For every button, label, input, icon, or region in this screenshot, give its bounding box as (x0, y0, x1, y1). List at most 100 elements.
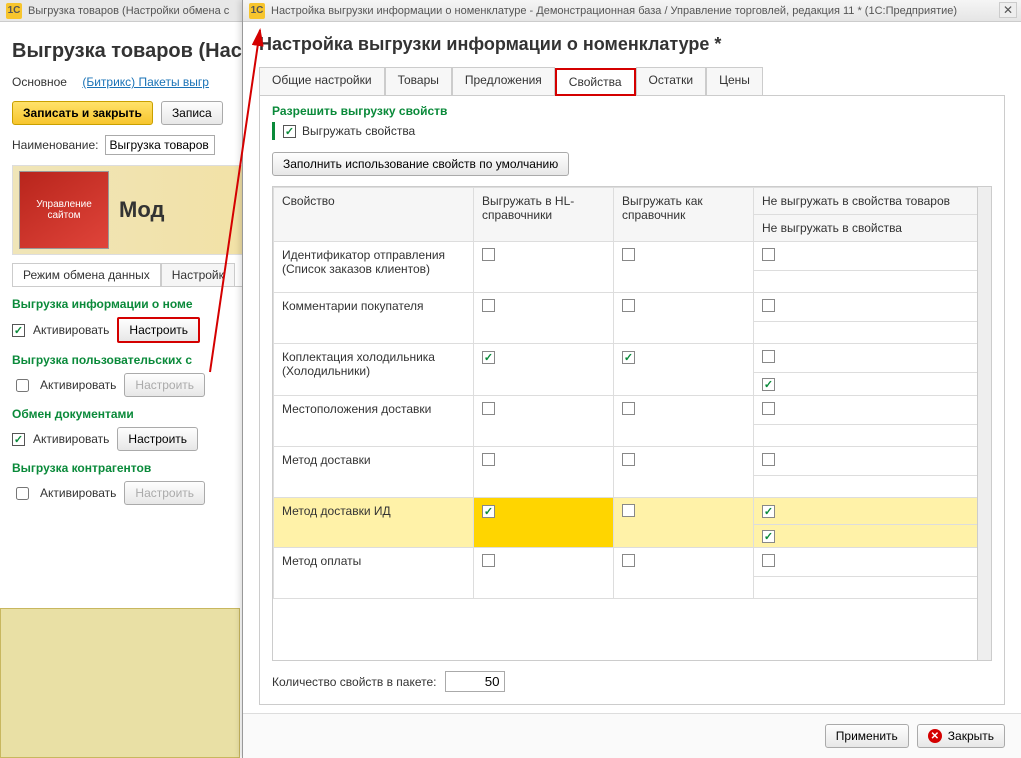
tab-mode[interactable]: Режим обмена данных (12, 263, 161, 286)
count-label: Количество свойств в пакете: (272, 675, 437, 689)
col-ref[interactable]: Выгружать как справочник (614, 188, 754, 242)
cell-ref[interactable] (614, 242, 754, 293)
cell-no2[interactable]: ✓ (754, 373, 991, 396)
cell-checkbox[interactable] (482, 402, 495, 415)
activate-2-checkbox[interactable] (16, 379, 29, 392)
cell-hl[interactable]: ✓ (474, 498, 614, 548)
cell-checkbox[interactable]: ✓ (622, 351, 635, 364)
app-icon: 1C (6, 3, 22, 19)
cell-checkbox[interactable] (762, 554, 775, 567)
table-row[interactable]: Метод оплаты (274, 548, 991, 577)
allow-export-checkbox[interactable]: ✓ (283, 125, 296, 138)
allow-export-label: Выгружать свойства (302, 124, 415, 138)
cell-checkbox[interactable] (762, 453, 775, 466)
cell-checkbox[interactable]: ✓ (762, 530, 775, 543)
cell-hl[interactable] (474, 548, 614, 599)
cell-no2[interactable] (754, 476, 991, 498)
apply-button[interactable]: Применить (825, 724, 909, 748)
cell-checkbox[interactable] (622, 299, 635, 312)
bottom-yellow-panel (0, 608, 240, 758)
tab-settings[interactable]: Настройк (161, 263, 235, 286)
modal-titlebar: 1C Настройка выгрузки информации о номен… (243, 0, 1021, 22)
tab-properties[interactable]: Свойства (555, 68, 636, 96)
tab-prices[interactable]: Цены (706, 67, 763, 95)
cell-no1[interactable]: ✓ (754, 498, 991, 525)
cell-checkbox[interactable] (762, 248, 775, 261)
cell-hl[interactable] (474, 293, 614, 344)
cell-ref[interactable] (614, 396, 754, 447)
col-no-export-products[interactable]: Не выгружать в свойства товаров (754, 188, 991, 215)
cell-checkbox[interactable] (762, 402, 775, 415)
count-input[interactable] (445, 671, 505, 692)
fill-defaults-button[interactable]: Заполнить использование свойств по умолч… (272, 152, 569, 176)
col-property[interactable]: Свойство (274, 188, 474, 242)
configure-1-button[interactable]: Настроить (117, 317, 200, 343)
cell-checkbox[interactable] (622, 402, 635, 415)
cell-no2[interactable] (754, 271, 991, 293)
activate-3-checkbox[interactable]: ✓ (12, 433, 25, 446)
cell-ref[interactable] (614, 498, 754, 548)
cell-checkbox[interactable] (762, 350, 775, 363)
cell-checkbox[interactable] (622, 248, 635, 261)
cell-hl[interactable]: ✓ (474, 344, 614, 396)
cell-ref[interactable]: ✓ (614, 344, 754, 396)
cell-checkbox[interactable] (622, 453, 635, 466)
properties-table: Свойство Выгружать в HL-справочники Выгр… (273, 187, 991, 599)
cell-checkbox[interactable] (482, 554, 495, 567)
box-image: Управление сайтом (19, 171, 109, 249)
cell-hl[interactable] (474, 242, 614, 293)
table-row[interactable]: Комментарии покупателя (274, 293, 991, 322)
cell-no2[interactable] (754, 425, 991, 447)
cell-checkbox[interactable]: ✓ (482, 351, 495, 364)
cell-checkbox[interactable] (482, 248, 495, 261)
cell-hl[interactable] (474, 396, 614, 447)
nav-packets-link[interactable]: (Битрикс) Пакеты выгр (82, 75, 209, 89)
cell-hl[interactable] (474, 447, 614, 498)
cell-no1[interactable] (754, 344, 991, 373)
table-row[interactable]: Метод доставки (274, 447, 991, 476)
cell-no1[interactable] (754, 548, 991, 577)
cell-ref[interactable] (614, 447, 754, 498)
nav-main[interactable]: Основное (12, 75, 67, 89)
name-input[interactable] (105, 135, 215, 155)
tab-offers[interactable]: Предложения (452, 67, 555, 95)
table-row[interactable]: Коплектация холодильника (Холодильники)✓… (274, 344, 991, 373)
cell-no2[interactable]: ✓ (754, 525, 991, 548)
activate-1-label: Активировать (33, 323, 109, 337)
configure-3-button[interactable]: Настроить (117, 427, 198, 451)
configure-4-button[interactable]: Настроить (124, 481, 205, 505)
tab-stock[interactable]: Остатки (636, 67, 707, 95)
cell-checkbox[interactable] (622, 554, 635, 567)
save-close-button[interactable]: Записать и закрыть (12, 101, 153, 125)
cell-no2[interactable] (754, 577, 991, 599)
cell-no1[interactable] (754, 242, 991, 271)
table-row[interactable]: Местоположения доставки (274, 396, 991, 425)
col-no-export[interactable]: Не выгружать в свойства (754, 215, 991, 242)
cell-no1[interactable] (754, 396, 991, 425)
cell-checkbox[interactable] (482, 453, 495, 466)
save-button[interactable]: Записа (161, 101, 223, 125)
activate-1-checkbox[interactable]: ✓ (12, 324, 25, 337)
cell-checkbox[interactable] (622, 504, 635, 517)
activate-4-checkbox[interactable] (16, 487, 29, 500)
tab-general[interactable]: Общие настройки (259, 67, 385, 95)
cell-ref[interactable] (614, 548, 754, 599)
cell-property: Идентификатор отправления (Список заказо… (274, 242, 474, 293)
cell-no1[interactable] (754, 447, 991, 476)
col-hl[interactable]: Выгружать в HL-справочники (474, 188, 614, 242)
close-button[interactable]: ✕ Закрыть (917, 724, 1005, 748)
cell-ref[interactable] (614, 293, 754, 344)
table-scrollbar[interactable] (977, 187, 991, 660)
cell-checkbox[interactable]: ✓ (762, 378, 775, 391)
cell-checkbox[interactable] (482, 299, 495, 312)
cell-checkbox[interactable]: ✓ (762, 505, 775, 518)
cell-no1[interactable] (754, 293, 991, 322)
cell-no2[interactable] (754, 322, 991, 344)
tab-products[interactable]: Товары (385, 67, 452, 95)
cell-checkbox[interactable] (762, 299, 775, 312)
configure-2-button[interactable]: Настроить (124, 373, 205, 397)
cell-checkbox[interactable]: ✓ (482, 505, 495, 518)
table-row[interactable]: Метод доставки ИД✓✓ (274, 498, 991, 525)
table-row[interactable]: Идентификатор отправления (Список заказо… (274, 242, 991, 271)
modal-close-x[interactable]: ✕ (999, 2, 1017, 18)
